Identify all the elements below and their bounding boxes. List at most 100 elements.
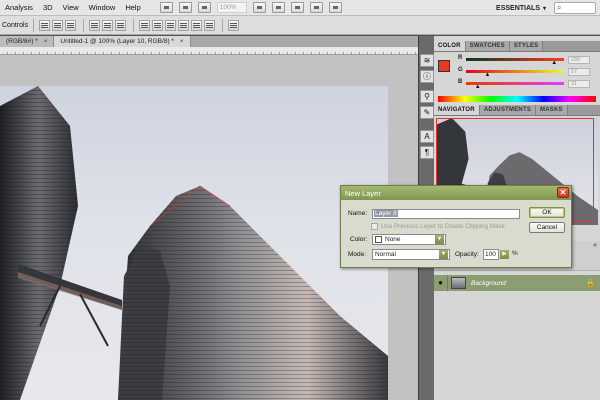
checkbox[interactable]	[371, 223, 378, 230]
brush-presets-icon[interactable]: ✎	[420, 106, 434, 119]
slider-thumb[interactable]: ▲	[485, 72, 491, 78]
align-right-icon[interactable]	[115, 19, 127, 31]
tab-swatches[interactable]: SWATCHES	[465, 41, 510, 51]
close-icon[interactable]: ×	[44, 38, 48, 45]
distribute-top-icon[interactable]	[139, 19, 151, 31]
color-label: Color:	[350, 236, 368, 243]
clipping-mask-checkbox[interactable]: Use Previous Layer to Create Clipping Ma…	[371, 223, 505, 230]
mode-label: Mode:	[348, 251, 367, 258]
close-icon[interactable]: ×	[180, 38, 184, 45]
doc-tab-label: Untitled-1 @ 100% (Layer 10, RGB/8) *	[60, 38, 174, 45]
menu-analysis[interactable]: Analysis	[0, 0, 38, 16]
ok-button[interactable]: OK	[529, 207, 565, 218]
blue-value-field[interactable]: 31	[568, 80, 590, 88]
info-icon[interactable]: ⓘ	[420, 70, 434, 83]
color-panel: R ▲ 230 G ▲ 57 B ▲ 31	[434, 52, 600, 105]
color-select[interactable]: None ▼	[372, 234, 446, 245]
color-select-value: None	[385, 236, 401, 243]
opacity-field[interactable]: 100	[483, 249, 499, 260]
align-vcenter-icon[interactable]	[52, 19, 64, 31]
divider	[222, 18, 224, 32]
doc-tab-previous[interactable]: (RGB/8#) * ×	[0, 36, 55, 47]
towers-image	[0, 86, 388, 400]
green-track[interactable]	[466, 70, 564, 73]
zoom-tool-icon[interactable]	[290, 2, 304, 13]
slider-blue[interactable]: B ▲ 31	[458, 79, 598, 90]
eye-icon[interactable]: ●	[434, 275, 448, 291]
divider	[83, 18, 85, 32]
slider-thumb[interactable]: ▲	[551, 60, 557, 66]
search-input[interactable]: ⌕	[554, 2, 596, 14]
menu-window[interactable]: Window	[84, 0, 121, 16]
red-track[interactable]	[466, 58, 564, 61]
app-toolbar: 100%	[159, 2, 342, 13]
distribute-bottom-icon[interactable]	[165, 19, 177, 31]
dialog-titlebar[interactable]: New Layer	[341, 186, 571, 200]
collapse-panels-icon[interactable]: «	[593, 242, 597, 249]
blend-mode-value: Normal	[375, 251, 396, 258]
doc-tab-untitled-1[interactable]: Untitled-1 @ 100% (Layer 10, RGB/8) * ×	[54, 36, 191, 47]
slider-label: B	[458, 79, 463, 85]
canvas-photo-towers[interactable]	[0, 86, 388, 400]
divider	[33, 18, 35, 32]
distribute-hcenter-icon[interactable]	[191, 19, 203, 31]
character-icon[interactable]: A	[420, 130, 434, 143]
distribute-vcenter-icon[interactable]	[152, 19, 164, 31]
chevron-down-icon[interactable]: ▼	[435, 235, 444, 244]
blend-mode-select[interactable]: Normal ▼	[372, 249, 450, 260]
zoom-level[interactable]: 100%	[216, 2, 247, 13]
bridge-icon[interactable]	[159, 2, 173, 13]
chevron-down-icon[interactable]: ▼	[439, 250, 448, 259]
distribute-right-icon[interactable]	[204, 19, 216, 31]
menu-3d[interactable]: 3D	[38, 0, 58, 16]
menu-help[interactable]: Help	[120, 0, 145, 16]
tab-color[interactable]: COLOR	[434, 41, 466, 51]
auto-align-layers-icon[interactable]	[228, 19, 240, 31]
slider-green[interactable]: G ▲ 57	[458, 67, 598, 78]
navigator-panel-tabs: NAVIGATOR ADJUSTMENTS MASKS	[434, 105, 600, 116]
layer-name-field[interactable]: Layer 8	[372, 209, 520, 219]
hand-tool-icon[interactable]	[252, 2, 266, 13]
view-extras-icon[interactable]	[197, 2, 211, 13]
menu-view[interactable]: View	[58, 0, 84, 16]
layer-row-background[interactable]: ● Background 🔒	[434, 275, 600, 291]
name-label: Name:	[348, 210, 368, 217]
chevron-down-icon: ▾	[542, 5, 546, 12]
rotate-view-icon[interactable]	[271, 2, 285, 13]
workspace-switcher[interactable]: ESSENTIALS ▾	[496, 2, 546, 14]
document-tab-bar: (RGB/8#) * × Untitled-1 @ 100% (Layer 10…	[0, 36, 418, 47]
tab-adjustments[interactable]: ADJUSTMENTS	[479, 105, 537, 115]
dialog-title: New Layer	[345, 188, 381, 198]
tab-masks[interactable]: MASKS	[536, 105, 568, 115]
align-hcenter-icon[interactable]	[102, 19, 114, 31]
cancel-button[interactable]: Cancel	[529, 222, 565, 233]
align-top-icon[interactable]	[39, 19, 51, 31]
slider-thumb[interactable]: ▲	[475, 84, 481, 90]
opacity-unit: %	[512, 250, 518, 257]
tab-navigator[interactable]: NAVIGATOR	[434, 105, 480, 115]
mini-bridge-icon[interactable]	[178, 2, 192, 13]
align-bottom-icon[interactable]	[65, 19, 77, 31]
history-icon[interactable]: ≋	[420, 54, 434, 67]
arrange-documents-icon[interactable]	[309, 2, 323, 13]
workspace-label: ESSENTIALS	[496, 4, 540, 12]
slider-red[interactable]: R ▲ 230	[458, 55, 598, 66]
color-spectrum-ramp[interactable]	[438, 96, 596, 102]
lock-icon: 🔒	[586, 280, 595, 287]
distribute-left-icon[interactable]	[178, 19, 190, 31]
close-icon[interactable]: ✕	[557, 187, 569, 198]
opacity-slider-arrow-icon[interactable]: ▶	[500, 250, 509, 259]
screen-mode-icon[interactable]	[328, 2, 342, 13]
show-transform-controls-label[interactable]: Controls	[2, 22, 28, 29]
green-value-field[interactable]: 57	[568, 68, 590, 76]
layer-thumbnail	[451, 277, 466, 289]
layer-name-value: Layer 8	[374, 210, 398, 217]
paragraph-icon[interactable]: ¶	[420, 146, 434, 159]
red-value-field[interactable]: 230	[568, 56, 590, 64]
foreground-color-swatch[interactable]	[438, 60, 450, 72]
clone-source-icon[interactable]: ⚲	[420, 90, 434, 103]
color-swatch	[375, 236, 382, 243]
tab-styles[interactable]: STYLES	[509, 41, 544, 51]
options-bar: Controls	[0, 16, 600, 35]
align-left-icon[interactable]	[89, 19, 101, 31]
